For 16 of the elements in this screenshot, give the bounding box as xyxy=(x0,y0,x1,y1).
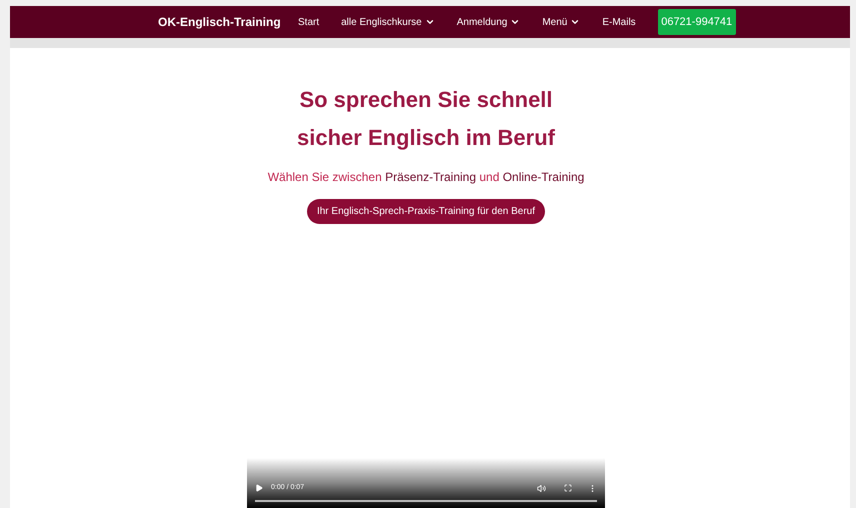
nav-link[interactable]: Menü xyxy=(542,14,580,30)
hero-title: sicher Englisch im Beruf xyxy=(297,124,556,152)
cta-button[interactable]: Ihr Englisch-Sprech-Praxis-Training für den Beruf xyxy=(306,199,546,224)
hero-title: So sprechen Sie schnell xyxy=(299,86,554,114)
nav-link[interactable]: Anmeldung xyxy=(456,14,520,30)
nav-link[interactable]: E-Mails xyxy=(602,14,636,30)
hero-subtitle: Wählen Sie zwischen Präsenz-Training und Online-Training xyxy=(268,169,586,186)
brand-link[interactable]: OK-Englisch-Training xyxy=(158,13,288,31)
caret-icon xyxy=(510,17,520,27)
nav-link[interactable]: Start xyxy=(298,14,320,30)
caret-icon xyxy=(570,17,580,27)
play-icon[interactable] xyxy=(255,484,263,492)
volume-icon[interactable] xyxy=(537,484,546,492)
caret-icon xyxy=(424,17,435,27)
nav-link[interactable]: alle Englischkurse xyxy=(341,14,435,30)
fullscreen-icon[interactable] xyxy=(564,484,572,492)
